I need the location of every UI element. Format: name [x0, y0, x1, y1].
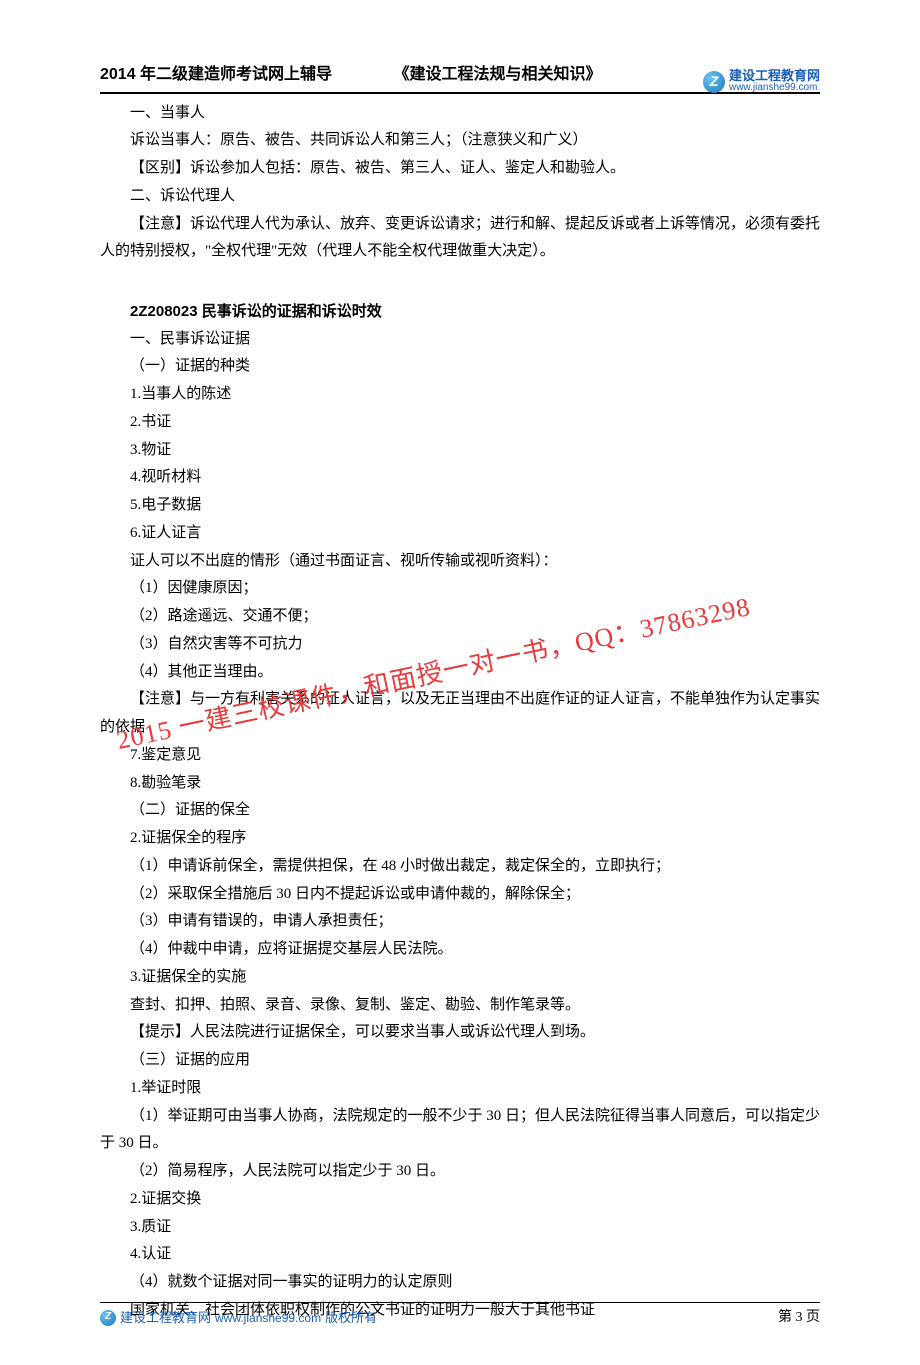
page-header: 2014 年二级建造师考试网上辅导 《建设工程法规与相关知识》 Z 建设工程教育…	[100, 60, 820, 94]
para: （4）其他正当理由。	[100, 659, 820, 687]
para: 3.证据保全的实施	[100, 964, 820, 992]
para: 【区别】诉讼参加人包括：原告、被告、第三人、证人、鉴定人和勘验人。	[100, 155, 820, 183]
para: （2）路途遥远、交通不便；	[100, 603, 820, 631]
para: 3.质证	[100, 1214, 820, 1242]
section-heading: 2Z208023 民事诉讼的证据和诉讼时效	[100, 298, 820, 326]
logo-cn: 建设工程教育网	[729, 69, 820, 83]
para: （2）采取保全措施后 30 日内不提起诉讼或申请仲裁的，解除保全；	[100, 881, 820, 909]
footer-logo-icon: Z	[100, 1310, 116, 1326]
para: 4.认证	[100, 1241, 820, 1269]
para: （1）因健康原因；	[100, 575, 820, 603]
para: 【注意】与一方有利害关系的证人证言，以及无正当理由不出庭作证的证人证言，不能单独…	[100, 686, 820, 742]
page-number: 第 3 页	[778, 1305, 820, 1331]
para: （4）就数个证据对同一事实的证明力的认定原则	[100, 1269, 820, 1297]
para: （1）申请诉前保全，需提供担保，在 48 小时做出裁定，裁定保全的，立即执行；	[100, 853, 820, 881]
para: 二、诉讼代理人	[100, 183, 820, 211]
logo-text: 建设工程教育网 www.jianshe99.com	[729, 69, 820, 93]
para: （二）证据的保全	[100, 797, 820, 825]
footer-url: www.jianshe99.com	[215, 1307, 321, 1329]
para: 一、当事人	[100, 100, 820, 128]
para: 2.证据保全的程序	[100, 825, 820, 853]
page-footer: Z 建设工程教育网 www.jianshe99.com 版权所有 第 3 页	[100, 1302, 820, 1331]
para: 3.物证	[100, 437, 820, 465]
para: 2.证据交换	[100, 1186, 820, 1214]
footer-left: Z 建设工程教育网 www.jianshe99.com 版权所有	[100, 1305, 377, 1331]
header-course: 2014 年二级建造师考试网上辅导	[100, 60, 332, 90]
para: 【提示】人民法院进行证据保全，可以要求当事人或诉讼代理人到场。	[100, 1019, 820, 1047]
logo-icon: Z	[703, 71, 725, 93]
para: 1.当事人的陈述	[100, 381, 820, 409]
para-blank	[100, 266, 820, 294]
para: （2）简易程序，人民法院可以指定少于 30 日。	[100, 1158, 820, 1186]
page: 2014 年二级建造师考试网上辅导 《建设工程法规与相关知识》 Z 建设工程教育…	[0, 0, 920, 1365]
para: 7.鉴定意见	[100, 742, 820, 770]
footer-copyright: 版权所有	[325, 1306, 377, 1330]
para: （三）证据的应用	[100, 1047, 820, 1075]
para: 6.证人证言	[100, 520, 820, 548]
logo-url: www.jianshe99.com	[729, 83, 820, 94]
para: （3）申请有错误的，申请人承担责任；	[100, 908, 820, 936]
para: 诉讼当事人：原告、被告、共同诉讼人和第三人；（注意狭义和广义）	[100, 127, 820, 155]
para: 【注意】诉讼代理人代为承认、放弃、变更诉讼请求；进行和解、提起反诉或者上诉等情况…	[100, 211, 820, 267]
para: 4.视听材料	[100, 464, 820, 492]
para: 5.电子数据	[100, 492, 820, 520]
para: （4）仲裁中申请，应将证据提交基层人民法院。	[100, 936, 820, 964]
para: 8.勘验笔录	[100, 770, 820, 798]
document-body: 一、当事人 诉讼当事人：原告、被告、共同诉讼人和第三人；（注意狭义和广义） 【区…	[100, 100, 820, 1325]
site-logo: Z 建设工程教育网 www.jianshe99.com	[703, 69, 820, 93]
para: （一）证据的种类	[100, 353, 820, 381]
para: 查封、扣押、拍照、录音、录像、复制、鉴定、勘验、制作笔录等。	[100, 992, 820, 1020]
para: 2.书证	[100, 409, 820, 437]
para: 证人可以不出庭的情形（通过书面证言、视听传输或视听资料）：	[100, 548, 820, 576]
para: 1.举证时限	[100, 1075, 820, 1103]
para: 一、民事诉讼证据	[100, 326, 820, 354]
header-book-title: 《建设工程法规与相关知识》	[332, 60, 703, 90]
footer-site: 建设工程教育网	[120, 1306, 211, 1330]
para: （3）自然灾害等不可抗力	[100, 631, 820, 659]
para: （1）举证期可由当事人协商，法院规定的一般不少于 30 日；但人民法院征得当事人…	[100, 1103, 820, 1159]
